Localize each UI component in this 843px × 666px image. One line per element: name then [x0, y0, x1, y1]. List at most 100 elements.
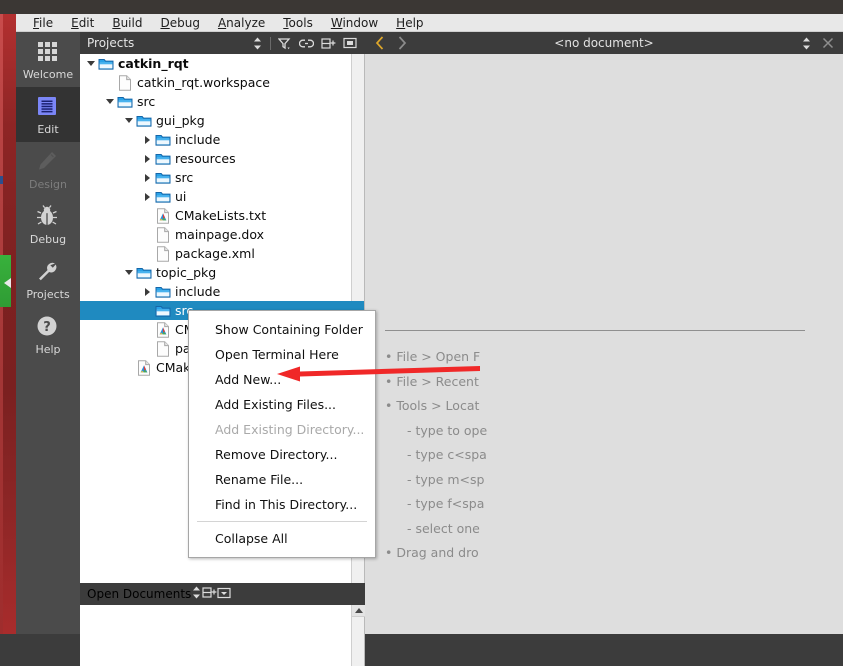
folder-open-icon [135, 263, 153, 282]
sync-selection-icon[interactable] [191, 586, 202, 602]
document-dropdown-icon[interactable] [795, 33, 817, 53]
tree-item-label: include [175, 132, 221, 147]
context-menu-item-collapse-all[interactable]: Collapse All [189, 526, 375, 551]
context-menu-item-show-containing-folder[interactable]: Show Containing Folder [189, 317, 375, 342]
chevron-down-icon[interactable] [122, 263, 135, 282]
tree-item-ui[interactable]: ui [80, 187, 364, 206]
sync-selection-icon[interactable] [246, 33, 268, 53]
tips-separator [385, 330, 805, 331]
projects-panel-title: Projects [87, 36, 135, 50]
editor-tip-line: • File > Open F [385, 349, 481, 364]
cmake-file-icon [135, 358, 153, 377]
context-menu-item-open-terminal-here[interactable]: Open Terminal Here [189, 342, 375, 367]
tree-item-mainpage-dox[interactable]: mainpage.dox [80, 225, 364, 244]
tree-expander-placeholder [141, 225, 154, 244]
tree-item-include[interactable]: include [80, 282, 364, 301]
editor-tip-line: - type c<spa [407, 447, 487, 462]
chevron-right-icon[interactable] [141, 149, 154, 168]
chevron-right-icon[interactable] [141, 187, 154, 206]
folder-icon [154, 149, 172, 168]
tree-item-include[interactable]: include [80, 130, 364, 149]
file-icon [154, 225, 172, 244]
editor-tip-line: - select one [407, 520, 480, 536]
document-title: <no document> [554, 36, 654, 50]
wrench-icon [35, 259, 61, 285]
open-documents-list[interactable] [80, 605, 365, 666]
window-frame-highlight [0, 14, 3, 634]
chevron-right-icon[interactable] [141, 168, 154, 187]
context-menu-item-add-new[interactable]: Add New... [189, 367, 375, 392]
open-documents-header: Open Documents [80, 583, 365, 605]
menu-item-file[interactable]: File [24, 14, 62, 32]
projects-panel-header: Projects [80, 32, 365, 54]
split-icon[interactable] [202, 586, 217, 602]
mode-button-debug[interactable]: Debug [16, 197, 80, 252]
menu-bar: File Edit Build Debug Analyze Tools Window Help [16, 14, 843, 32]
menu-item-window[interactable]: Window [322, 14, 387, 32]
folder-open-icon [116, 92, 134, 111]
menu-item-edit[interactable]: Edit [62, 14, 103, 32]
cmake-file-icon [154, 320, 172, 339]
tree-item-catkin-rqt-workspace[interactable]: catkin_rqt.workspace [80, 73, 364, 92]
tree-item-label: mainpage.dox [175, 227, 265, 242]
tree-item-resources[interactable]: resources [80, 149, 364, 168]
menu-item-debug[interactable]: Debug [151, 14, 208, 32]
tree-item-label: topic_pkg [156, 265, 217, 280]
chevron-right-icon[interactable] [141, 282, 154, 301]
tree-item-src[interactable]: src [80, 92, 364, 111]
back-arrow-icon[interactable] [369, 33, 391, 53]
tree-item-cmakelists-txt[interactable]: CMakeLists.txt [80, 206, 364, 225]
menu-item-help[interactable]: Help [387, 14, 432, 32]
editor-tip-line: • File > Recent [385, 373, 479, 389]
menu-item-tools[interactable]: Tools [274, 14, 322, 32]
open-documents-scrollbar[interactable] [351, 605, 365, 666]
chevron-down-icon[interactable] [122, 111, 135, 130]
project-context-menu[interactable]: Show Containing Folder Open Terminal Here… [188, 310, 376, 558]
tree-item-label: catkin_rqt [118, 56, 189, 71]
mode-button-projects[interactable]: Projects [16, 252, 80, 307]
editor-tip-line: • Tools > Locat [385, 398, 480, 413]
document-lines-icon [35, 94, 61, 120]
mode-button-edit[interactable]: Edit [16, 87, 80, 142]
mode-button-label: Edit [37, 123, 59, 136]
context-menu-item-rename-file[interactable]: Rename File... [189, 467, 375, 492]
tree-item-topic-pkg[interactable]: topic_pkg [80, 263, 364, 282]
window-frame-left [0, 14, 17, 634]
split-icon[interactable] [317, 33, 339, 53]
tree-expander-placeholder [141, 320, 154, 339]
tree-item-label: src [137, 94, 156, 109]
context-menu-item-add-existing-files[interactable]: Add Existing Files... [189, 392, 375, 417]
mode-button-welcome[interactable]: Welcome [16, 32, 80, 87]
context-menu-item-remove-directory[interactable]: Remove Directory... [189, 442, 375, 467]
close-panel-icon[interactable] [217, 587, 231, 602]
close-panel-icon[interactable] [339, 33, 361, 53]
folder-open-icon [135, 111, 153, 130]
tree-item-gui-pkg[interactable]: gui_pkg [80, 111, 364, 130]
folder-open-icon [97, 54, 115, 73]
editor-tip-line: - type m<sp [407, 471, 485, 487]
scroll-up-icon[interactable] [352, 605, 365, 617]
tree-item-label: ui [175, 189, 187, 204]
context-menu-item-find-in-this-directory[interactable]: Find in This Directory... [189, 492, 375, 517]
chevron-right-icon[interactable] [141, 130, 154, 149]
folder-icon [154, 130, 172, 149]
chevron-down-icon[interactable] [84, 54, 97, 73]
folder-icon [154, 301, 172, 320]
tree-item-package-xml[interactable]: package.xml [80, 244, 364, 263]
mode-button-help[interactable]: ? Help [16, 307, 80, 362]
mode-button-design: Design [16, 142, 80, 197]
tree-expander-placeholder [122, 358, 135, 377]
tree-item-catkin-rqt[interactable]: catkin_rqt [80, 54, 364, 73]
chevron-down-icon[interactable] [103, 92, 116, 111]
forward-arrow-icon[interactable] [391, 33, 413, 53]
menu-item-analyze[interactable]: Analyze [209, 14, 274, 32]
tree-expander-placeholder [141, 244, 154, 263]
filter-icon[interactable] [273, 33, 295, 53]
menu-item-build[interactable]: Build [103, 14, 151, 32]
link-icon[interactable] [295, 33, 317, 53]
editor-toolbar: <no document> [365, 32, 843, 54]
grid-icon [35, 39, 61, 65]
tree-item-src[interactable]: src [80, 168, 364, 187]
close-document-icon[interactable] [817, 33, 839, 53]
folder-icon [154, 168, 172, 187]
